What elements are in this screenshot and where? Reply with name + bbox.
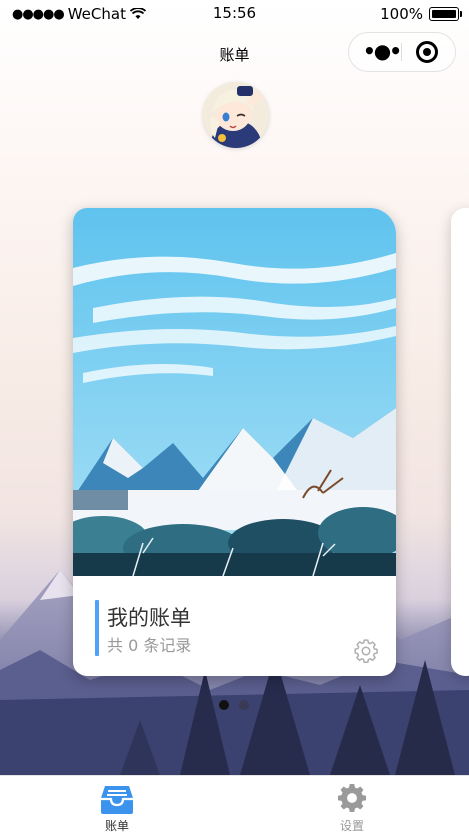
tab-bills[interactable]: 账单: [57, 776, 177, 834]
card-cover-image: [73, 208, 396, 576]
avatar-illustration: [203, 82, 269, 148]
status-right: 100%: [380, 5, 462, 23]
battery-percent: 100%: [380, 5, 423, 23]
nav-bar: 账单 •●•: [0, 28, 469, 76]
pager-dot-1[interactable]: [219, 700, 229, 710]
avatar[interactable]: [203, 82, 269, 148]
battery-icon: [429, 7, 462, 21]
tab-settings[interactable]: 设置: [292, 776, 412, 834]
tab-bills-label: 账单: [104, 819, 129, 833]
card-accent-bar: [95, 600, 99, 656]
next-card-peek[interactable]: [451, 208, 469, 676]
card-title: 我的账单: [107, 606, 191, 630]
tab-bar: 账单 设置: [0, 775, 469, 834]
card-settings-gear-icon[interactable]: [353, 638, 379, 664]
tab-settings-label: 设置: [339, 819, 364, 833]
ledger-card[interactable]: 我的账单 共 0 条记录: [73, 208, 396, 676]
mini-program-capsule: •●•: [348, 32, 456, 72]
capsule-divider: [401, 43, 402, 61]
status-bar: ●●●●● WeChat 15:56 100%: [0, 0, 469, 28]
swiper-pager: [219, 700, 249, 710]
close-icon[interactable]: [416, 41, 438, 63]
pager-dot-2[interactable]: [239, 700, 249, 710]
card-record-count: 共 0 条记录: [107, 636, 192, 655]
inbox-icon: [101, 786, 133, 814]
more-icon[interactable]: •●•: [363, 41, 402, 61]
gear-icon: [338, 784, 366, 812]
